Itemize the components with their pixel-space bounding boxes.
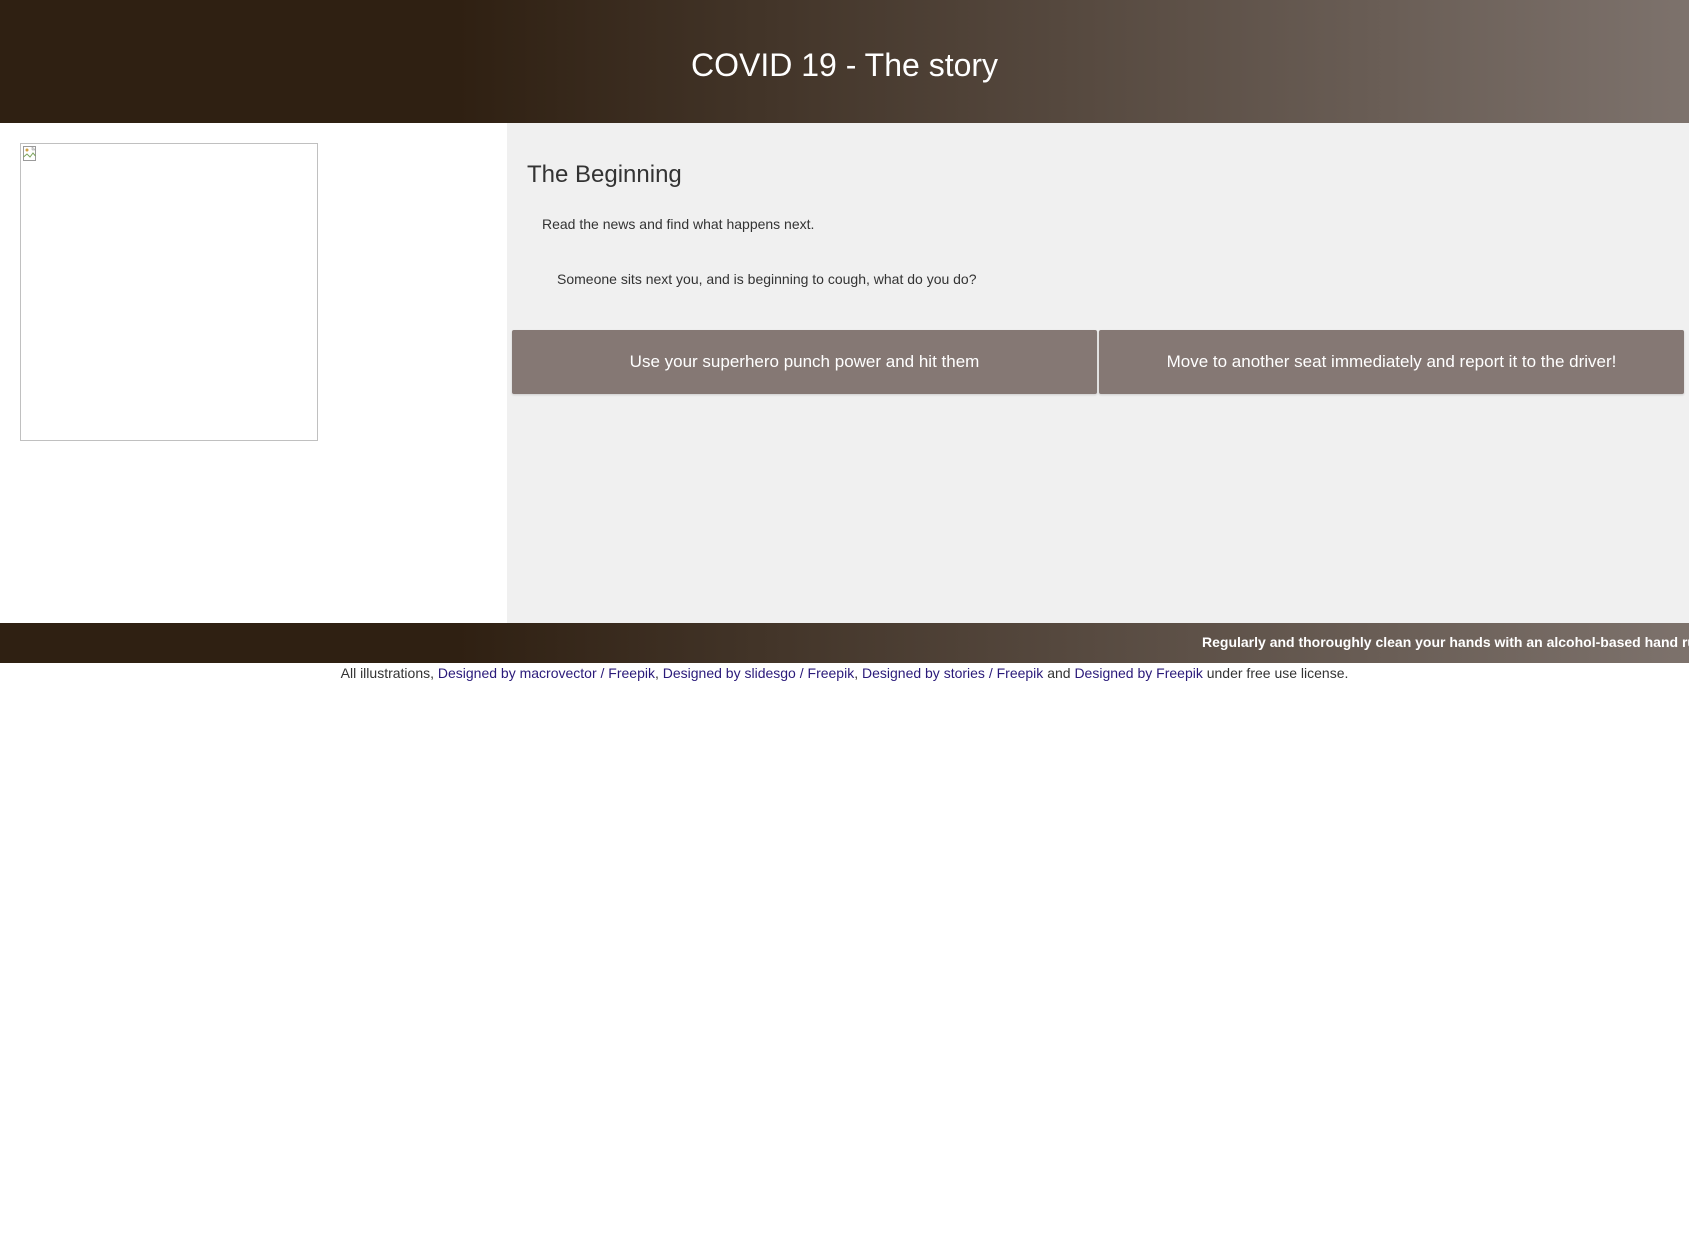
broken-image-icon [23,146,37,161]
credit-link-freepik[interactable]: Designed by Freepik [1074,665,1202,681]
credits-suffix: under free use license. [1206,665,1349,681]
image-panel [0,123,507,623]
news-ticker: Regularly and thoroughly clean your hand… [0,623,1689,663]
credits-separator: , [854,665,859,681]
section-title: The Beginning [527,161,682,188]
credits-and: and [1047,665,1071,681]
story-panel: The Beginning Read the news and find wha… [507,123,1689,623]
page-header: COVID 19 - The story [0,0,1689,123]
ticker-text: Regularly and thoroughly clean your hand… [1202,634,1689,650]
intro-text: Read the news and find what happens next… [542,216,815,232]
credits-prefix: All illustrations, [340,665,434,681]
choice-group: Use your superhero punch power and hit t… [512,330,1684,394]
credit-link-macrovector[interactable]: Designed by macrovector / Freepik [438,665,655,681]
credits-separator: , [654,665,659,681]
credit-link-slidesgo[interactable]: Designed by slidesgo / Freepik [663,665,854,681]
choice-button-move-seat[interactable]: Move to another seat immediately and rep… [1099,330,1684,394]
credits-footer: All illustrations, Designed by macrovect… [0,665,1689,681]
credit-link-stories[interactable]: Designed by stories / Freepik [862,665,1043,681]
choice-button-punch[interactable]: Use your superhero punch power and hit t… [512,330,1097,394]
question-text: Someone sits next you, and is beginning … [557,271,977,287]
story-image [20,143,318,441]
page-title: COVID 19 - The story [690,47,999,83]
